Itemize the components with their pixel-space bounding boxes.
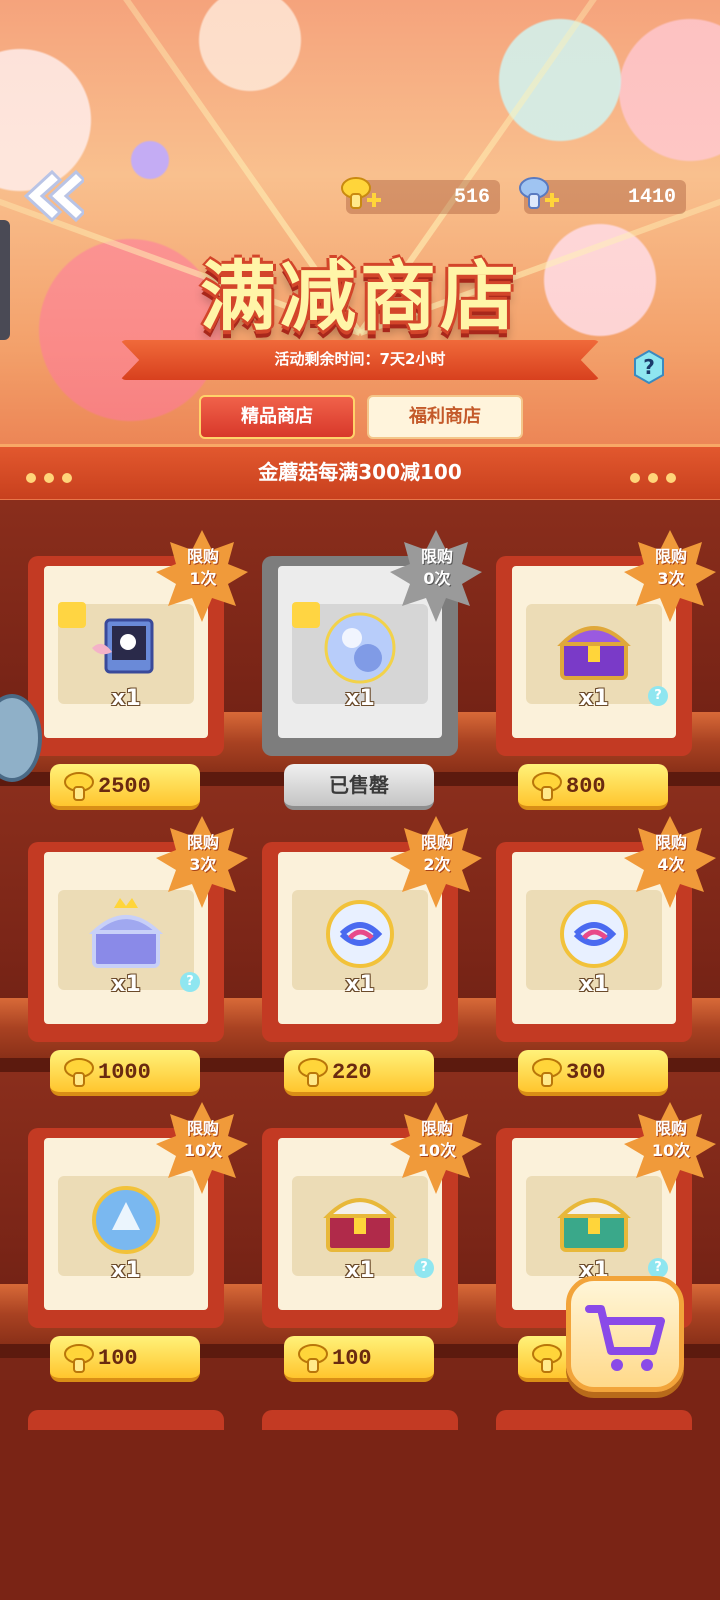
purchase-limit: 限购 3次 bbox=[654, 547, 687, 588]
blue-mushroom-counter[interactable]: 1410 bbox=[519, 177, 686, 214]
gold-mushroom-icon bbox=[64, 772, 94, 801]
price-button[interactable]: 220 bbox=[284, 1050, 434, 1096]
gold-mushroom-plus-icon bbox=[341, 177, 381, 209]
purchase-limit: 限购 1次 bbox=[186, 547, 219, 588]
item-quantity: x1 bbox=[345, 1258, 375, 1283]
price-value: 300 bbox=[566, 1060, 606, 1085]
sold-out-button[interactable]: 已售罄 bbox=[284, 764, 434, 810]
shop-title: 满减商店 bbox=[200, 255, 520, 340]
shop-item-card[interactable]: x1 限购 0次 已售罄 bbox=[262, 530, 482, 810]
purchase-limit: 限购 2次 bbox=[420, 833, 453, 874]
zoom-icon[interactable] bbox=[58, 602, 86, 628]
purchase-limit: 限购 10次 bbox=[651, 1119, 691, 1160]
tab-welfare-shop[interactable]: 福利商店 bbox=[367, 395, 523, 439]
gold-mushroom-icon bbox=[532, 1344, 562, 1373]
item-quantity: x1 bbox=[111, 972, 141, 997]
zoom-icon[interactable] bbox=[292, 602, 320, 628]
price-button[interactable]: 100 bbox=[284, 1336, 434, 1382]
item-quantity: x1 bbox=[579, 972, 609, 997]
item-quantity: x1 bbox=[111, 686, 141, 711]
shop-item-card[interactable]: ? x1 限购 10次 100 bbox=[262, 1102, 482, 1382]
item-quantity: x1 bbox=[579, 686, 609, 711]
gold-mushroom-icon bbox=[64, 1344, 94, 1373]
shop-item-card[interactable]: ? x1 限购 3次 800 bbox=[496, 530, 716, 810]
event-remaining-time: 活动剩余时间：7天2小时 bbox=[274, 350, 446, 368]
price-value: 100 bbox=[98, 1346, 138, 1371]
shop-item-card[interactable]: x1 限购 4次 300 bbox=[496, 816, 716, 1096]
tab-premium-shop[interactable]: 精品商店 bbox=[199, 395, 355, 439]
gold-mushroom-icon bbox=[298, 1344, 328, 1373]
gold-mushroom-value: 516 bbox=[453, 186, 490, 209]
price-value: 100 bbox=[332, 1346, 372, 1371]
partial-card bbox=[28, 1410, 224, 1430]
purchase-limit: 限购 0次 bbox=[420, 547, 453, 588]
price-value: 2500 bbox=[98, 774, 151, 799]
price-value: 220 bbox=[332, 1060, 372, 1085]
gold-mushroom-icon bbox=[298, 1058, 328, 1087]
shop-item-card[interactable]: x1 限购 2次 220 bbox=[262, 816, 482, 1096]
blue-mushroom-plus-icon bbox=[519, 177, 559, 209]
price-value: 800 bbox=[566, 774, 606, 799]
price-button[interactable]: 1000 bbox=[50, 1050, 200, 1096]
price-button[interactable]: 800 bbox=[518, 764, 668, 810]
price-button[interactable]: 300 bbox=[518, 1050, 668, 1096]
partial-card bbox=[496, 1410, 692, 1430]
promo-text: 金蘑菇每满300减100 bbox=[258, 460, 462, 484]
svg-text:?: ? bbox=[643, 355, 655, 379]
partial-card bbox=[262, 1410, 458, 1430]
gold-mushroom-counter[interactable]: 516 bbox=[341, 177, 500, 214]
purchase-limit: 限购 10次 bbox=[417, 1119, 457, 1160]
shop-item-card[interactable]: x1 限购 10次 100 bbox=[28, 1102, 248, 1382]
back-button[interactable] bbox=[22, 168, 87, 224]
price-button[interactable]: 100 bbox=[50, 1336, 200, 1382]
shopping-cart-icon bbox=[585, 1305, 665, 1371]
double-chevron-left-icon bbox=[23, 169, 87, 223]
price-button[interactable]: 2500 bbox=[50, 764, 200, 810]
purchase-limit: 限购 3次 bbox=[186, 833, 219, 874]
shop-item-card[interactable]: ? x1 限购 3次 1000 bbox=[28, 816, 248, 1096]
help-button[interactable]: ? bbox=[632, 349, 666, 385]
price-value: 1000 bbox=[98, 1060, 151, 1085]
gold-mushroom-icon bbox=[64, 1058, 94, 1087]
item-quantity: x1 bbox=[111, 1258, 141, 1283]
item-quantity: x1 bbox=[345, 972, 375, 997]
purchase-limit: 限购 10次 bbox=[183, 1119, 223, 1160]
shop-item-card[interactable]: x1 限购 1次 2500 bbox=[28, 530, 248, 810]
purchase-limit: 限购 4次 bbox=[654, 833, 687, 874]
question-icon: ? bbox=[634, 349, 664, 385]
gold-mushroom-icon bbox=[532, 772, 562, 801]
blue-mushroom-value: 1410 bbox=[627, 186, 676, 209]
cart-button[interactable] bbox=[566, 1276, 684, 1392]
item-quantity: x1 bbox=[345, 686, 375, 711]
gold-mushroom-icon bbox=[532, 1058, 562, 1087]
